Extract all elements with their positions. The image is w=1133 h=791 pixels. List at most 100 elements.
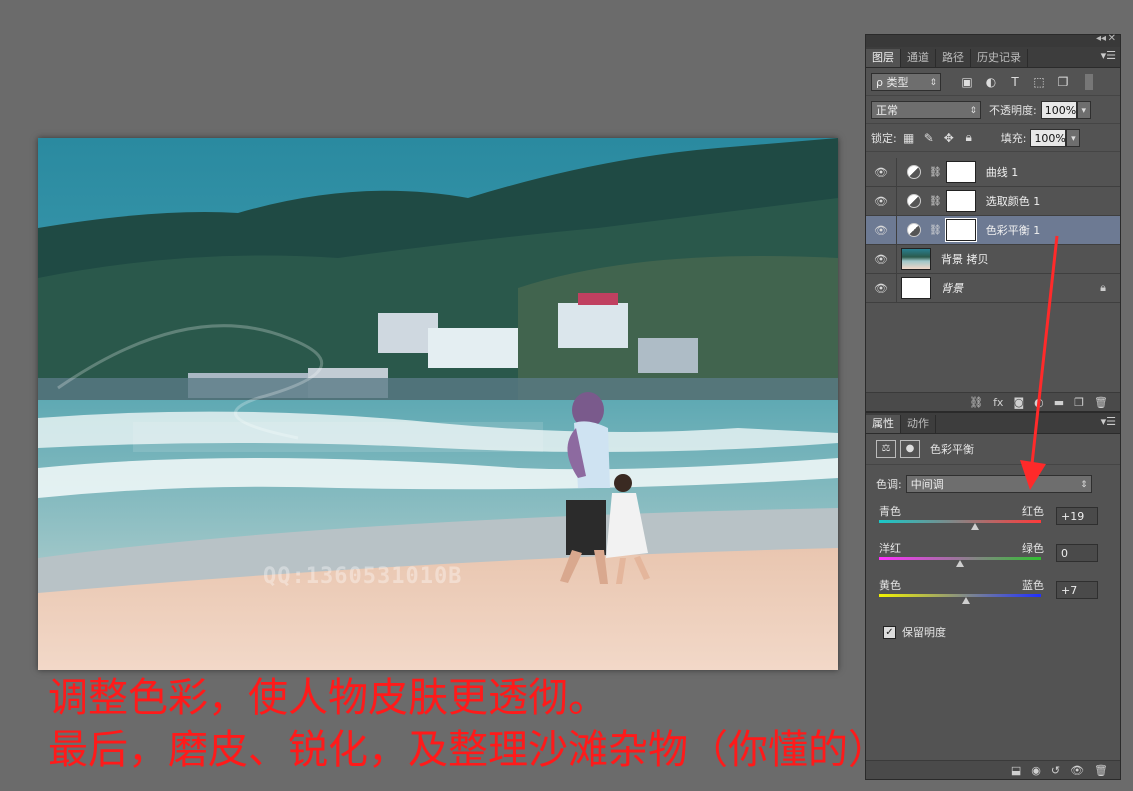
- slider-right-label: 蓝色: [1022, 579, 1044, 592]
- balance-scale-icon: ⚖︎: [876, 440, 896, 458]
- lock-label: 锁定:: [871, 131, 897, 145]
- tab-layers[interactable]: 图层: [866, 49, 901, 67]
- cyan-red-slider[interactable]: 青色 红色 +19: [879, 503, 1099, 540]
- type-filter-icon[interactable]: T: [1007, 74, 1023, 90]
- tab-paths[interactable]: 路径: [936, 49, 971, 67]
- lock-icon: 🔒︎: [1100, 281, 1106, 294]
- layers-toolbar: ⛓︎ fx ◙ ◐ ▬ ❐ 🗑︎: [866, 392, 1120, 411]
- layer-selective-color[interactable]: 👁︎ ⛓︎ 选取颜色 1: [866, 187, 1120, 216]
- layer-name: 背景 拷贝: [941, 253, 989, 266]
- blend-mode-value: 正常: [876, 103, 898, 117]
- slider-value-input[interactable]: 0: [1056, 544, 1098, 562]
- layer-thumbnail[interactable]: [901, 277, 931, 299]
- fx-icon[interactable]: fx: [993, 396, 1003, 409]
- link-icon[interactable]: ⛓︎: [929, 225, 942, 236]
- yellow-blue-slider[interactable]: 黄色 蓝色 +7: [879, 577, 1099, 614]
- layer-thumbnail[interactable]: [901, 248, 931, 270]
- lock-all-icon[interactable]: 🔒︎: [961, 130, 977, 146]
- eye-icon[interactable]: 👁︎: [866, 158, 897, 186]
- chevron-updown-icon: ⇕: [969, 105, 977, 116]
- trash-icon[interactable]: 🗑︎: [1094, 764, 1108, 777]
- panel-menu-icon[interactable]: ▾☰: [1101, 49, 1116, 62]
- eye-icon[interactable]: 👁︎: [866, 274, 897, 302]
- layer-curves[interactable]: 👁︎ ⛓︎ 曲线 1: [866, 158, 1120, 187]
- properties-tabs: 属性 动作 ▾☰: [866, 413, 1120, 434]
- close-icon[interactable]: ✕: [1108, 33, 1116, 44]
- lock-row: 锁定: ▦ ✎ ✥ 🔒︎ 填充: 100% ▾: [866, 124, 1120, 152]
- preserve-luminosity-label: 保留明度: [902, 626, 946, 639]
- panel-menu-icon[interactable]: ▾☰: [1101, 415, 1116, 428]
- blend-row: 正常 ⇕ 不透明度: 100% ▾: [866, 96, 1120, 124]
- slider-value-input[interactable]: +19: [1056, 507, 1098, 525]
- reset-icon[interactable]: ↺: [1051, 764, 1060, 777]
- smart-object-filter-icon[interactable]: ❐: [1055, 74, 1071, 90]
- tab-channels[interactable]: 通道: [901, 49, 936, 67]
- visibility-icon[interactable]: 👁︎: [1070, 764, 1084, 777]
- clip-to-layer-icon[interactable]: ⬓: [1011, 764, 1021, 777]
- layer-filter-select[interactable]: ρ 类型 ⇕: [871, 72, 941, 91]
- adjustment-filter-icon[interactable]: ◐: [983, 74, 999, 90]
- link-icon[interactable]: ⛓︎: [929, 196, 942, 207]
- properties-panel: 属性 动作 ▾☰ ⚖︎ ● 色彩平衡 色调: 中间调 ⇕ 青色 红色 +19 洋…: [865, 412, 1121, 780]
- layer-name: 选取颜色 1: [985, 195, 1041, 208]
- beach-photo: [38, 138, 838, 670]
- slider-thumb[interactable]: [961, 597, 970, 604]
- panel-titlebar: ◂◂ ✕: [866, 33, 1120, 47]
- layer-color-balance[interactable]: 👁︎ ⛓︎ 色彩平衡 1: [866, 216, 1120, 245]
- adjustment-layer-icon: [907, 223, 921, 237]
- image-filter-icon[interactable]: ▣: [959, 74, 975, 90]
- caption: 调整色彩，使人物皮肤更透彻。 最后，磨皮、锐化，及整理沙滩杂物（你懂的）: [48, 672, 888, 776]
- adjustment-layer-icon: [907, 194, 921, 208]
- blend-mode-select[interactable]: 正常 ⇕: [871, 100, 981, 119]
- layer-background-copy[interactable]: 👁︎ 背景 拷贝: [866, 245, 1120, 274]
- photo-canvas[interactable]: QQ:1360531010B: [38, 138, 838, 670]
- slider-thumb[interactable]: [956, 560, 964, 567]
- tone-label: 色调:: [876, 478, 902, 491]
- opacity-input[interactable]: 100%: [1040, 100, 1077, 119]
- slider-track[interactable]: [879, 520, 1041, 523]
- layer-name: 背景: [941, 282, 963, 295]
- fill-dropdown[interactable]: ▾: [1066, 128, 1081, 147]
- view-previous-icon[interactable]: ◉: [1031, 764, 1041, 777]
- slider-thumb[interactable]: [970, 523, 979, 530]
- filter-row: ρ 类型 ⇕ ▣ ◐ T ⬚ ❐: [866, 68, 1120, 96]
- lock-transparent-icon[interactable]: ▦: [901, 130, 917, 146]
- fill-label: 填充:: [1000, 131, 1027, 145]
- eye-icon[interactable]: 👁︎: [866, 245, 897, 273]
- slider-list: 青色 红色 +19 洋红 绿色 0 黄色 蓝色 +7: [866, 503, 1120, 614]
- layer-mask-thumbnail[interactable]: [945, 190, 976, 212]
- eye-icon[interactable]: 👁︎: [866, 216, 897, 244]
- lock-position-icon[interactable]: ✥: [941, 130, 957, 146]
- tab-history[interactable]: 历史记录: [971, 49, 1028, 67]
- link-icon[interactable]: ⛓︎: [929, 167, 942, 178]
- slider-track[interactable]: [879, 594, 1041, 597]
- layer-background[interactable]: 👁︎ 背景 🔒︎: [866, 274, 1120, 303]
- slider-value-input[interactable]: +7: [1056, 581, 1098, 599]
- opacity-dropdown[interactable]: ▾: [1076, 100, 1091, 119]
- shape-filter-icon[interactable]: ⬚: [1031, 74, 1047, 90]
- collapse-icon[interactable]: ◂◂: [1096, 33, 1106, 44]
- layer-mask-thumbnail[interactable]: [945, 161, 976, 183]
- new-layer-icon[interactable]: ❐: [1074, 396, 1084, 409]
- tab-actions[interactable]: 动作: [901, 415, 936, 433]
- properties-title: 色彩平衡: [930, 443, 974, 456]
- mask-icon[interactable]: ●: [900, 440, 920, 458]
- layer-list: 👁︎ ⛓︎ 曲线 1 👁︎ ⛓︎ 选取颜色 1 👁︎ ⛓︎ 色彩平衡 1 👁︎ …: [866, 158, 1120, 303]
- layer-mask-thumbnail[interactable]: [944, 218, 977, 242]
- layers-panel: ◂◂ ✕ 图层 通道 路径 历史记录 ▾☰ ρ 类型 ⇕ ▣ ◐ T ⬚ ❐ 正…: [865, 33, 1121, 412]
- link-layers-icon[interactable]: ⛓︎: [969, 396, 983, 409]
- slider-left-label: 黄色: [879, 579, 901, 592]
- preserve-luminosity-checkbox[interactable]: ✓: [883, 625, 896, 639]
- magenta-green-slider[interactable]: 洋红 绿色 0: [879, 540, 1099, 577]
- trash-icon[interactable]: 🗑︎: [1094, 396, 1108, 409]
- annotation-arrow: [1020, 235, 1059, 490]
- tone-row: 色调: 中间调 ⇕: [866, 475, 1120, 493]
- eye-icon[interactable]: 👁︎: [866, 187, 897, 215]
- fill-input[interactable]: 100%: [1030, 128, 1067, 147]
- chevron-updown-icon: ⇕: [929, 77, 937, 88]
- watermark-text: QQ:1360531010B: [263, 564, 463, 589]
- properties-header: ⚖︎ ● 色彩平衡: [866, 434, 1120, 465]
- filter-toggle[interactable]: [1085, 73, 1093, 90]
- tab-properties[interactable]: 属性: [866, 415, 901, 433]
- lock-paint-icon[interactable]: ✎: [921, 130, 937, 146]
